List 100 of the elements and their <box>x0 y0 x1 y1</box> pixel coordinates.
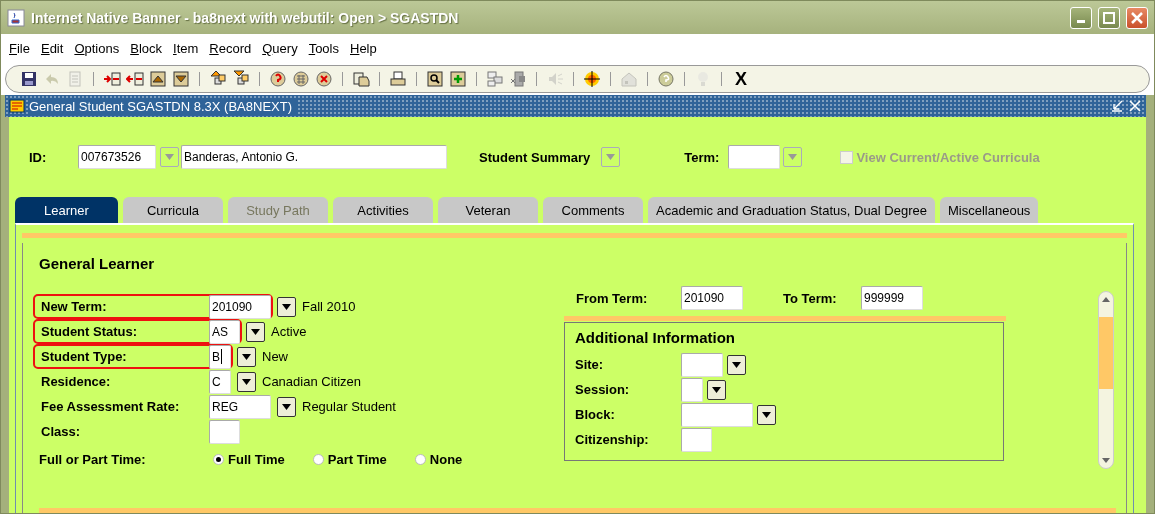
menu-item[interactable]: Item <box>173 41 199 56</box>
radio-label: None <box>429 451 463 467</box>
menu-item[interactable]: Options <box>74 41 120 56</box>
minimize-button[interactable] <box>1070 6 1092 29</box>
name-field[interactable]: Banderas, Antonio G. <box>181 145 447 169</box>
caret-icon <box>732 361 741 368</box>
help-icon[interactable] <box>657 70 675 88</box>
tab[interactable]: Activities <box>333 197 433 223</box>
tab[interactable]: Comments <box>543 197 643 223</box>
field-label: Fee Assessment Rate: <box>41 399 181 414</box>
form-icon <box>9 98 25 114</box>
scrollbar[interactable] <box>1098 291 1114 469</box>
caret-icon <box>242 353 251 360</box>
menu-item[interactable]: Tools <box>308 41 339 56</box>
minimize-icon[interactable] <box>1110 99 1124 113</box>
radio-label: Part Time <box>327 451 387 467</box>
radio-button[interactable] <box>312 453 324 465</box>
stack-up-icon[interactable] <box>209 70 227 88</box>
term-field[interactable] <box>728 145 781 169</box>
caret-icon <box>762 411 771 418</box>
tab[interactable]: Learner <box>15 197 118 223</box>
database-help-icon[interactable] <box>269 70 287 88</box>
menu-item[interactable]: File <box>9 41 30 56</box>
copy-icon[interactable] <box>352 70 370 88</box>
maximize-button[interactable] <box>1098 6 1120 29</box>
input-field[interactable] <box>681 402 753 427</box>
id-field[interactable]: 007673526 <box>78 145 156 169</box>
input-field[interactable] <box>681 352 723 377</box>
radio-button[interactable] <box>414 453 426 465</box>
field-label: Block: <box>575 407 616 422</box>
input-field[interactable] <box>209 419 240 444</box>
field-label: New Term: <box>41 299 108 314</box>
dropdown-button[interactable] <box>237 371 256 392</box>
menu-item[interactable]: Help <box>350 41 377 56</box>
input-field[interactable]: 201090 <box>209 294 271 319</box>
dropdown-button[interactable] <box>237 346 256 367</box>
field-label: Full or Part Time: <box>39 451 147 467</box>
checkbox-label: View Current/Active Curricula <box>856 149 1040 165</box>
field-label: Site: <box>575 357 605 372</box>
field-label: Residence: <box>41 374 112 389</box>
blocks-icon[interactable] <box>486 70 504 88</box>
remove-record-icon[interactable] <box>126 70 144 88</box>
input-field[interactable]: C <box>209 369 231 394</box>
blocks-remove-icon[interactable] <box>509 70 527 88</box>
add-icon[interactable] <box>449 70 467 88</box>
tab[interactable]: Academic and Graduation Status, Dual Degree <box>648 197 935 223</box>
section-title: General Learner <box>39 255 156 272</box>
field-label: From Term: <box>576 290 649 306</box>
field-description: New <box>262 349 288 364</box>
insert-record-icon[interactable] <box>103 70 121 88</box>
print-icon[interactable] <box>389 70 407 88</box>
dropdown-button[interactable] <box>757 404 776 425</box>
radio-button[interactable] <box>213 453 224 465</box>
stack-down-icon[interactable] <box>232 70 250 88</box>
field-label: ID: <box>29 149 48 165</box>
database-grid-icon[interactable] <box>292 70 310 88</box>
field-label: To Term: <box>783 290 838 306</box>
field-label: Term: <box>684 149 720 165</box>
search-icon[interactable] <box>426 70 444 88</box>
tab[interactable]: Curricula <box>123 197 223 223</box>
tab[interactable]: Veteran <box>438 197 538 223</box>
close-icon <box>1131 11 1143 24</box>
field-label: Citizenship: <box>575 432 650 447</box>
dropdown-button[interactable] <box>246 321 265 342</box>
menu-item[interactable]: Edit <box>40 41 64 56</box>
field-label: Session: <box>575 382 631 397</box>
panel-title: Additional Information <box>575 329 736 346</box>
menu-item[interactable]: Block <box>130 41 162 56</box>
exit-button[interactable]: X <box>735 68 747 90</box>
dropdown-button[interactable] <box>727 354 746 375</box>
field-label: Student Status: <box>41 324 139 339</box>
input-field[interactable] <box>681 377 703 402</box>
database-delete-icon[interactable] <box>315 70 333 88</box>
up-icon[interactable] <box>149 70 167 88</box>
form-title: General Student SGASTDN 8.3X (BA8NEXT) <box>29 98 298 114</box>
input-field[interactable]: B <box>209 344 231 369</box>
input-field[interactable]: AS <box>209 319 240 344</box>
down-arrow-icon[interactable] <box>1101 457 1111 465</box>
up-arrow-icon[interactable] <box>1101 295 1111 303</box>
caret-icon <box>282 403 291 410</box>
caret-icon <box>282 303 291 310</box>
input-field[interactable]: 999999 <box>861 286 923 310</box>
radio-label: Full Time <box>228 451 285 467</box>
dropdown-button[interactable] <box>277 396 296 417</box>
dropdown-button[interactable] <box>707 379 726 400</box>
close-button[interactable] <box>1126 6 1148 29</box>
tab[interactable]: Miscellaneous <box>940 197 1039 223</box>
field-description: Fall 2010 <box>302 299 356 314</box>
input-field[interactable] <box>681 427 712 452</box>
menu-item[interactable]: Query <box>262 41 298 56</box>
caret-icon <box>712 386 721 393</box>
close-icon[interactable] <box>1128 99 1142 113</box>
down-icon[interactable] <box>172 70 190 88</box>
window-title: Internet Native Banner - ba8next with webutil: Open > SGASTDN <box>31 9 460 26</box>
dropdown-button[interactable] <box>277 296 296 317</box>
save-icon[interactable] <box>20 70 38 88</box>
target-icon[interactable] <box>583 70 601 88</box>
input-field[interactable]: REG <box>209 394 271 419</box>
menu-item[interactable]: Record <box>209 41 252 56</box>
input-field[interactable]: 201090 <box>681 286 743 310</box>
